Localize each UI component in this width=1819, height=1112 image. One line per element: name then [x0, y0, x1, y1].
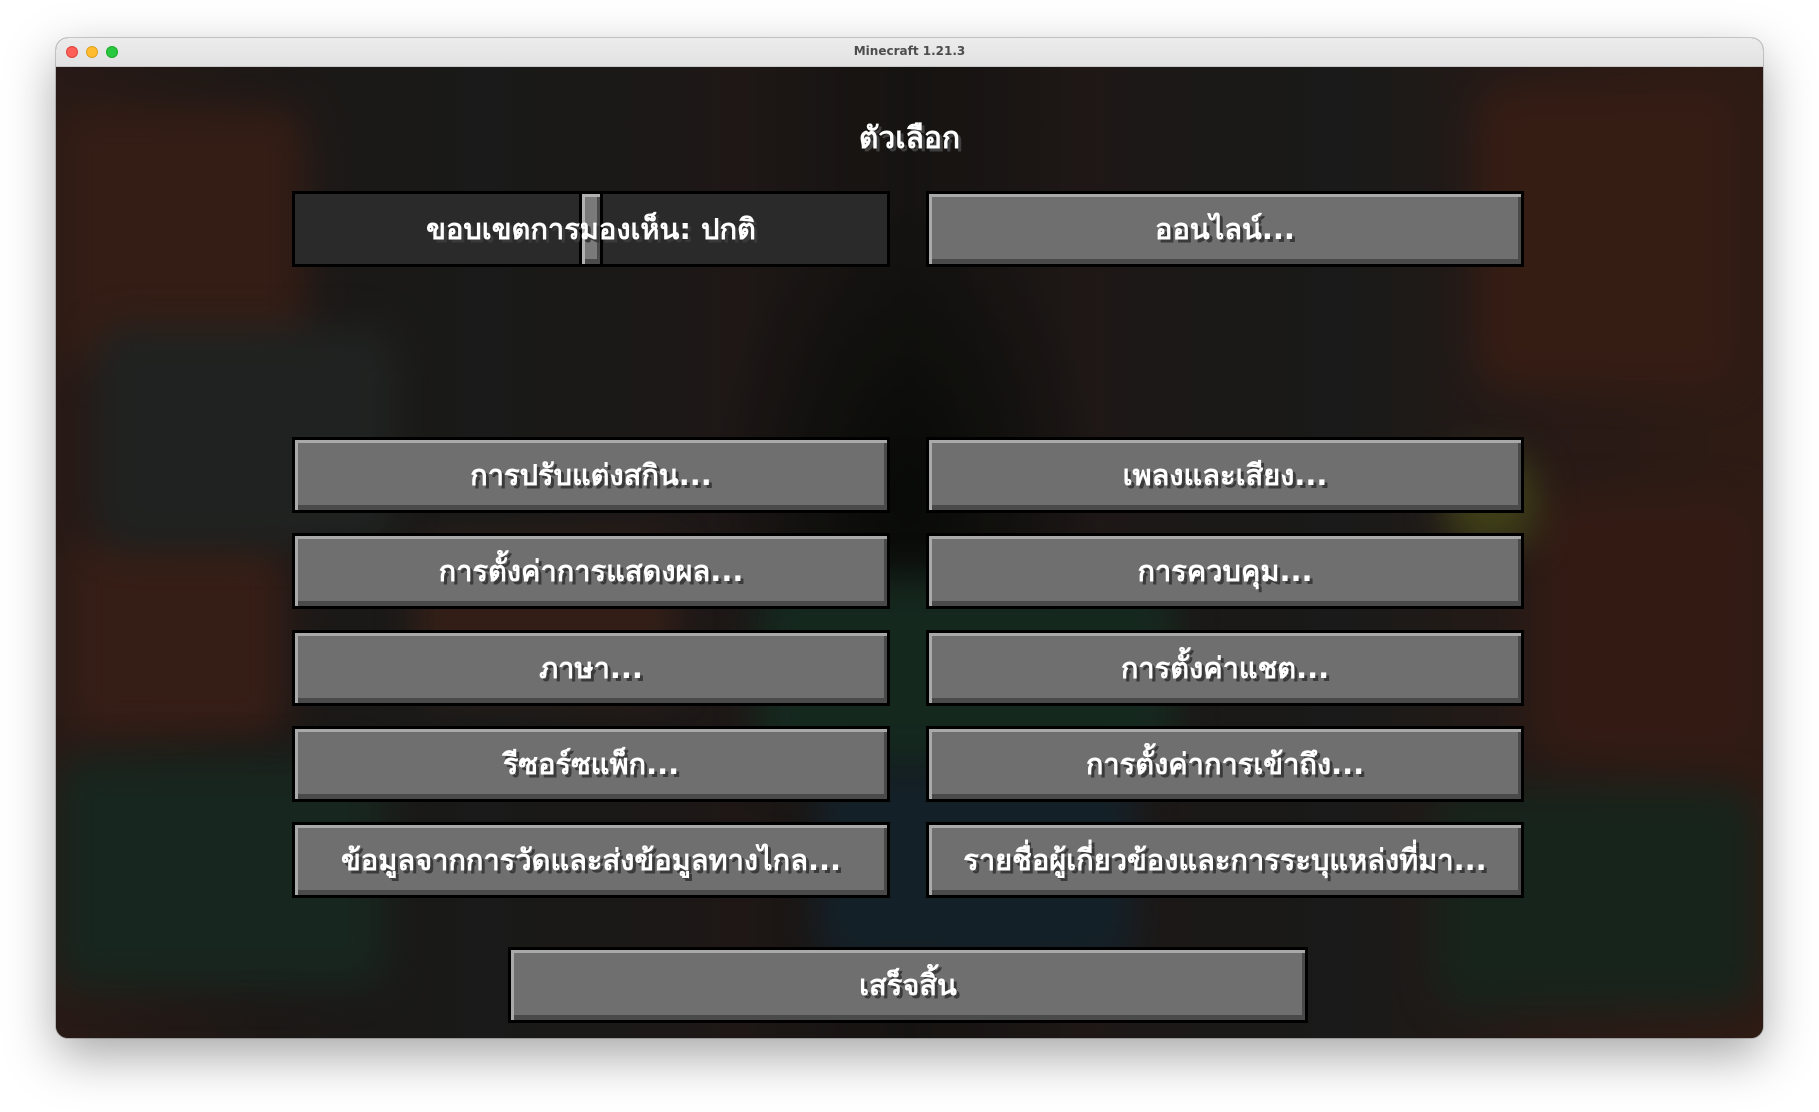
- app-window: Minecraft 1.21.3 ตัวเลือก ขอบเขตการมองเห…: [56, 38, 1763, 1038]
- music-sounds-button[interactable]: เพลงและเสียง...: [926, 437, 1524, 513]
- language-button[interactable]: ภาษา...: [292, 630, 890, 706]
- title-bar: Minecraft 1.21.3: [56, 38, 1763, 67]
- controls-button[interactable]: การควบคุม...: [926, 533, 1524, 609]
- accessibility-settings-button[interactable]: การตั้งค่าการเข้าถึง...: [926, 726, 1524, 802]
- telemetry-button[interactable]: ข้อมูลจากการวัดและส่งข้อมูลทางไกล...: [292, 822, 890, 898]
- screen-title: ตัวเลือก: [858, 121, 961, 156]
- resource-packs-button[interactable]: รีซอร์ซแพ็ก...: [292, 726, 890, 802]
- fov-slider[interactable]: ขอบเขตการมองเห็น: ปกติ: [292, 191, 890, 267]
- chat-settings-button[interactable]: การตั้งค่าแชต...: [926, 630, 1524, 706]
- skin-customization-button[interactable]: การปรับแต่งสกิน...: [292, 437, 890, 513]
- game-background: ตัวเลือก ขอบเขตการมองเห็น: ปกติ ออนไลน์.…: [56, 67, 1763, 1038]
- online-button[interactable]: ออนไลน์...: [926, 191, 1524, 267]
- credits-button[interactable]: รายชื่อผู้เกี่ยวข้องและการระบุแหล่งที่มา…: [926, 822, 1524, 898]
- fov-slider-label: ขอบเขตการมองเห็น: ปกติ: [426, 212, 756, 246]
- window-title: Minecraft 1.21.3: [853, 44, 966, 58]
- done-button[interactable]: เสร็จสิ้น: [508, 947, 1308, 1023]
- video-settings-button[interactable]: การตั้งค่าการแสดงผล...: [292, 533, 890, 609]
